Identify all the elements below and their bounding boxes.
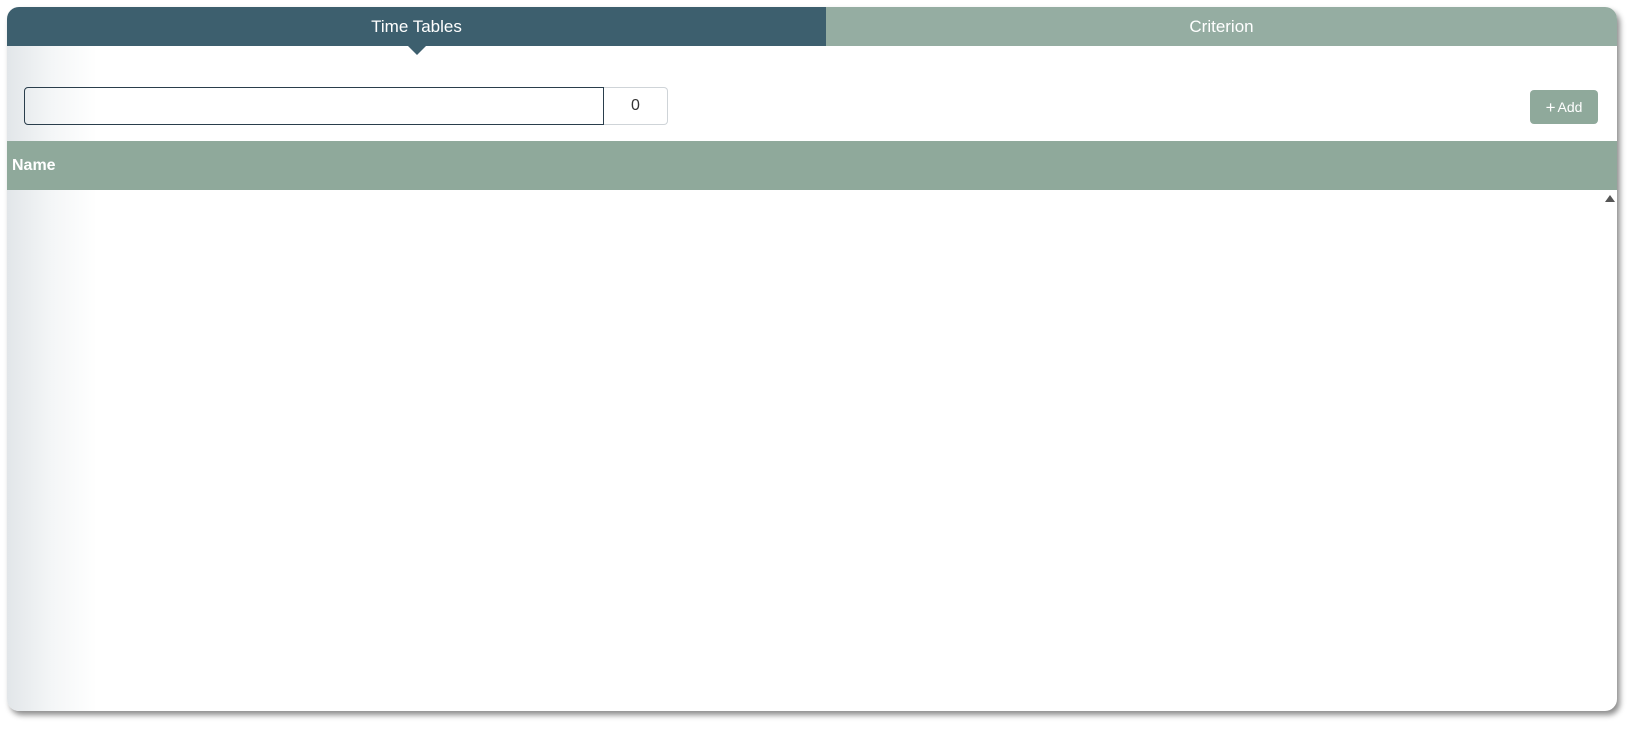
tab-bar: Time Tables Criterion: [7, 7, 1617, 55]
toolbar: 0 + Add: [7, 46, 1617, 148]
scroll-up-arrow-icon[interactable]: [1605, 195, 1615, 202]
tab-time-tables-label: Time Tables: [371, 16, 462, 36]
search-input[interactable]: [24, 87, 604, 125]
table-body: [7, 190, 1617, 711]
add-button-label: Add: [1557, 99, 1583, 115]
active-tab-pointer: [406, 45, 427, 55]
table-header: Name: [7, 141, 1617, 190]
result-count: 0: [604, 87, 668, 125]
tab-time-tables[interactable]: Time Tables: [7, 7, 826, 55]
column-header-name[interactable]: Name: [7, 157, 56, 175]
tab-criterion-label: Criterion: [1189, 16, 1254, 36]
add-button[interactable]: + Add: [1530, 90, 1598, 124]
plus-icon: +: [1545, 97, 1556, 117]
time-tables-panel: Time Tables Criterion 0 + Add Name: [7, 7, 1617, 711]
tab-criterion[interactable]: Criterion: [826, 7, 1617, 46]
